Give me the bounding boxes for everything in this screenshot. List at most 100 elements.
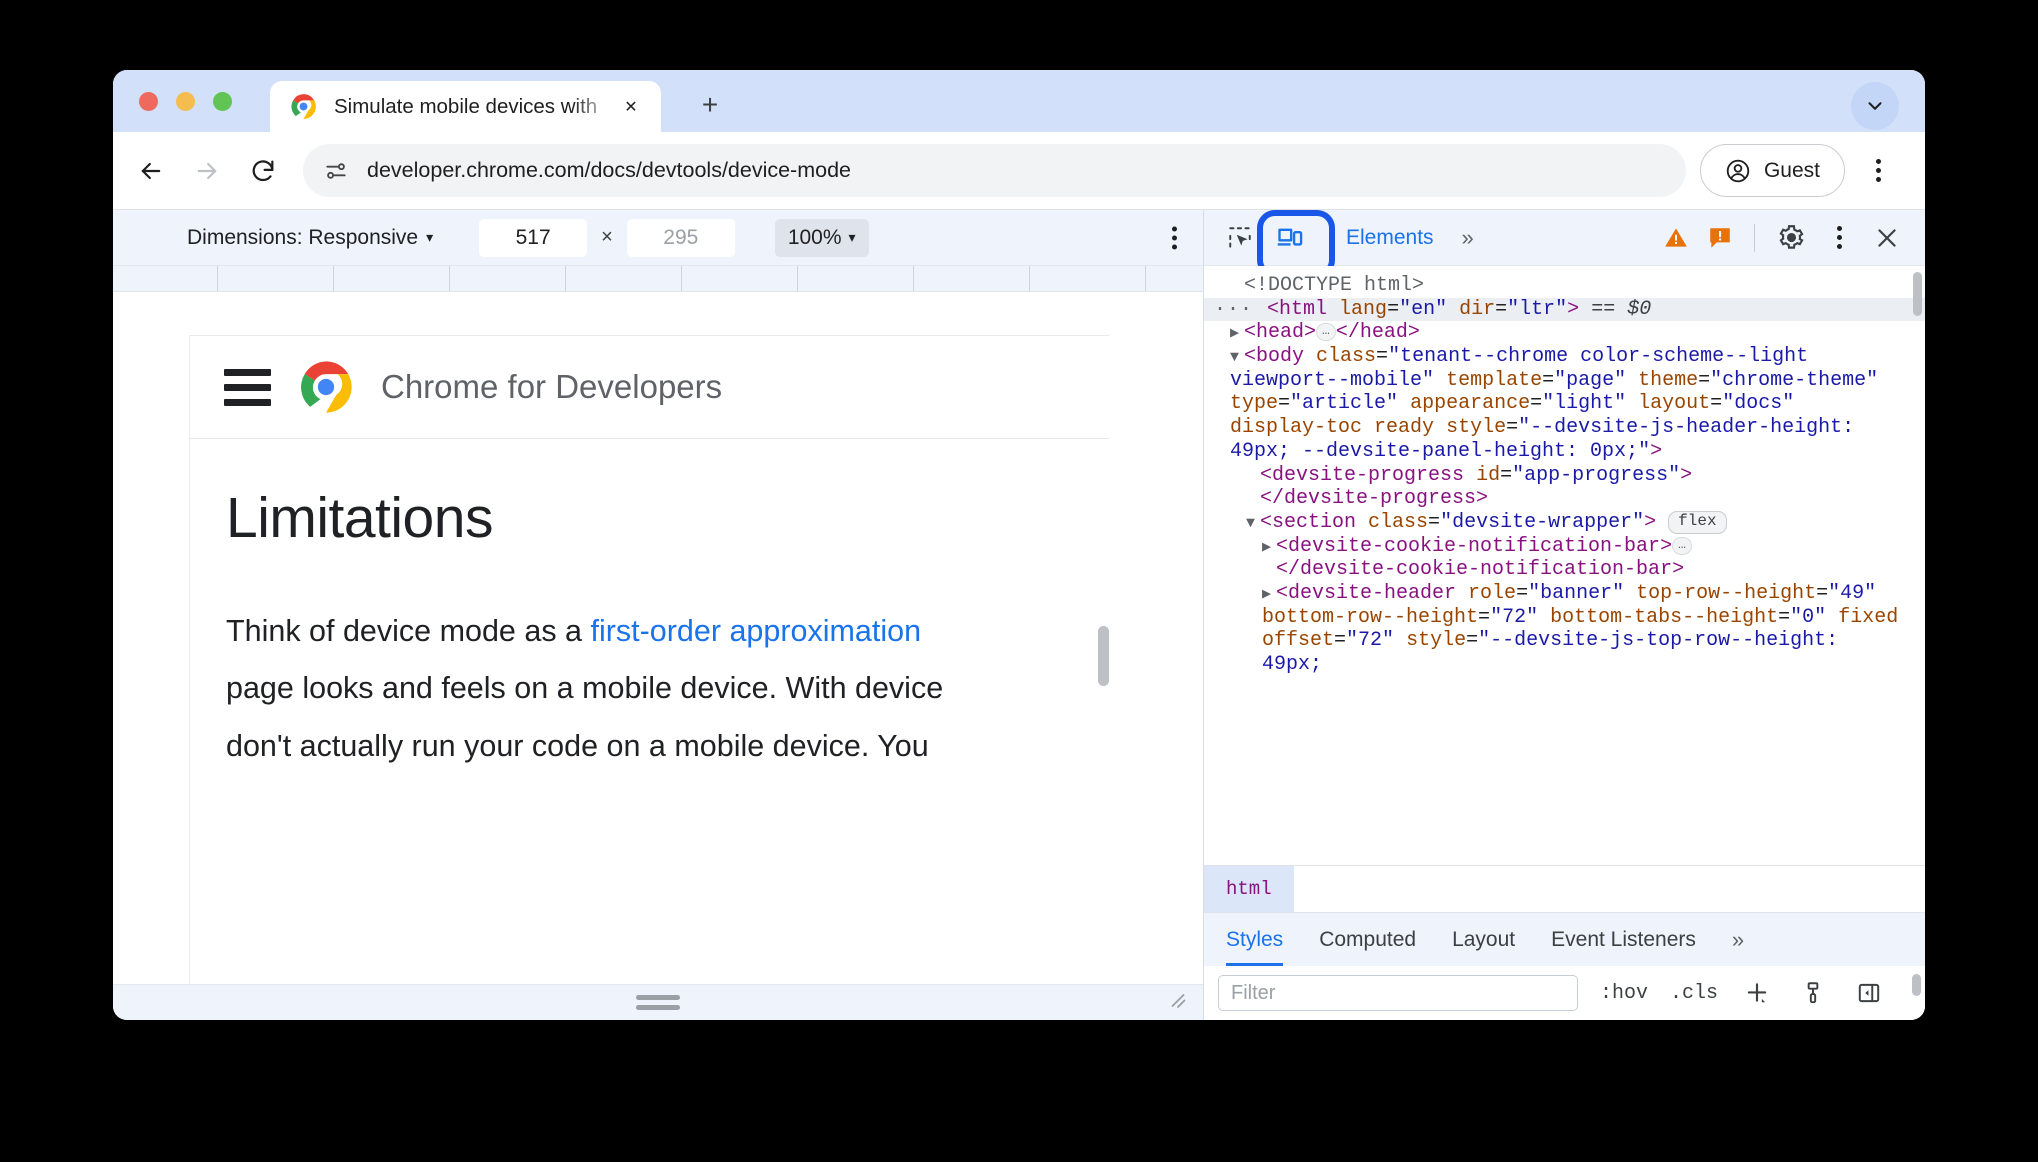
devtools-panel-tabs: Elements »	[1340, 210, 1474, 266]
kebab-icon	[1836, 226, 1842, 249]
dimensions-label: Dimensions: Responsive	[187, 225, 419, 249]
errors-icon[interactable]	[1700, 218, 1740, 258]
url-text: developer.chrome.com/docs/devtools/devic…	[367, 158, 852, 182]
maximize-window-button[interactable]	[213, 92, 232, 111]
computed-styles-sidebar-icon[interactable]	[1796, 976, 1830, 1010]
dom-node-line[interactable]: <devsite-progress id="app-progress">	[1204, 464, 1925, 488]
dom-node-line[interactable]: ▶ <devsite-header role="banner" top-row--…	[1204, 582, 1925, 677]
cls-toggle[interactable]: .cls	[1670, 982, 1718, 1005]
ruler-tick	[218, 266, 334, 291]
profile-guest-button[interactable]: Guest	[1699, 144, 1845, 197]
ruler-tick	[334, 266, 450, 291]
close-tab-icon[interactable]: ✕	[617, 93, 645, 121]
tab-title: Simulate mobile devices with	[334, 94, 598, 118]
dom-tree[interactable]: <!DOCTYPE html> ··· <html lang="en" dir="l…	[1204, 266, 1925, 865]
tab-event-listeners[interactable]: Event Listeners	[1551, 913, 1696, 967]
site-settings-icon[interactable]	[323, 158, 349, 184]
reload-button[interactable]	[235, 143, 291, 199]
dom-tree-scrollbar-thumb[interactable]	[1913, 272, 1922, 316]
page-site-header: Chrome for Developers	[190, 336, 1109, 439]
chrome-favicon-icon	[290, 93, 317, 120]
ruler-tick	[1030, 266, 1146, 291]
address-bar[interactable]: developer.chrome.com/docs/devtools/devic…	[303, 144, 1686, 197]
devtools-more-options-button[interactable]	[1817, 218, 1861, 258]
viewport-height-input[interactable]	[626, 218, 735, 257]
dom-node-line[interactable]: </devsite-cookie-notification-bar>	[1204, 558, 1925, 582]
styles-scrollbar-thumb[interactable]	[1912, 974, 1921, 996]
ruler-tick	[798, 266, 914, 291]
tab-strip: Simulate mobile devices with ✕ +	[113, 70, 1925, 132]
ruler-tick	[914, 266, 1030, 291]
device-mode-more-button[interactable]	[1172, 226, 1177, 249]
site-title: Chrome for Developers	[381, 368, 723, 405]
new-tab-button[interactable]: +	[693, 88, 727, 122]
tab-styles[interactable]: Styles	[1226, 913, 1284, 967]
devtools-settings-gear-icon[interactable]	[1769, 218, 1813, 258]
styles-filter-input[interactable]	[1218, 975, 1578, 1011]
page-heading: Limitations	[226, 486, 493, 550]
new-style-rule-icon[interactable]	[1740, 976, 1774, 1010]
chevron-down-icon: ▾	[426, 229, 434, 245]
hov-toggle[interactable]: :hov	[1600, 982, 1648, 1005]
ruler-tick	[566, 266, 682, 291]
breadcrumb-item-html[interactable]: html	[1204, 866, 1294, 912]
viewport-ruler	[113, 266, 1203, 292]
toggle-sidebar-icon[interactable]	[1852, 976, 1886, 1010]
account-icon	[1726, 159, 1750, 182]
ruler-tick	[113, 266, 218, 291]
chevron-down-icon: ▾	[848, 229, 856, 245]
devtools-toolbar-actions	[1656, 218, 1909, 258]
minimize-window-button[interactable]	[176, 92, 195, 111]
back-button[interactable]	[123, 143, 179, 199]
kebab-icon	[1172, 226, 1177, 249]
devtools-toolbar: Elements »	[1204, 209, 1925, 278]
page-article: Limitations Think of device mode as a fi…	[190, 439, 1109, 775]
viewport-corner-resize-handle[interactable]	[1167, 989, 1189, 1016]
dom-node-line[interactable]: </devsite-progress>	[1204, 487, 1925, 511]
first-order-approximation-link[interactable]: first-order approximation	[591, 614, 922, 648]
close-window-button[interactable]	[139, 92, 158, 111]
panel-tabs-overflow-icon[interactable]: »	[1462, 225, 1474, 251]
forward-button[interactable]	[179, 143, 235, 199]
viewport-width-input[interactable]	[479, 218, 588, 257]
kebab-icon	[1875, 159, 1881, 182]
tab-layout[interactable]: Layout	[1452, 913, 1515, 967]
styles-tabs-overflow-icon[interactable]: »	[1732, 927, 1744, 953]
hamburger-menu-icon[interactable]	[224, 368, 271, 406]
page-scrollbar-thumb[interactable]	[1098, 626, 1109, 686]
zoom-dropdown[interactable]: 100% ▾	[774, 218, 869, 257]
zoom-label: 100%	[787, 225, 842, 249]
browser-tab[interactable]: Simulate mobile devices with ✕	[270, 81, 661, 132]
paragraph-line-3: don't actually run your code on a mobile…	[226, 728, 929, 763]
device-mode-pane: Dimensions: Responsive ▾ × 100% ▾	[113, 210, 1203, 1020]
devtools-panel: Elements » <!DOCTYPE html> ··· <html lan…	[1203, 209, 1925, 1020]
content-split: Dimensions: Responsive ▾ × 100% ▾	[113, 209, 1925, 1020]
tab-search-chevron-icon[interactable]	[1851, 82, 1899, 130]
chrome-logo-icon	[298, 359, 354, 415]
ruler-tick	[450, 266, 566, 291]
tab-computed[interactable]: Computed	[1319, 913, 1416, 967]
tab-elements[interactable]: Elements	[1340, 210, 1440, 266]
styles-pane-toolbar: :hov .cls	[1204, 966, 1925, 1020]
inspect-element-icon[interactable]	[1218, 218, 1262, 258]
page-paragraph: Think of device mode as a first-order ap…	[226, 603, 1109, 775]
dom-node-line[interactable]: ··· <html lang="en" dir="ltr"> == $0	[1204, 297, 1925, 322]
paragraph-text-lead: Think of device mode as a	[226, 614, 591, 648]
device-resize-bar	[113, 984, 1203, 1020]
window-controls	[139, 92, 232, 111]
toggle-device-toolbar-icon[interactable]	[1257, 209, 1335, 278]
dom-node-line[interactable]: ▶ <devsite-cookie-notification-bar>…	[1204, 535, 1925, 559]
dom-node-line[interactable]: ▼ <section class="devsite-wrapper"> flex	[1204, 510, 1925, 535]
viewport-height-resize-handle[interactable]	[636, 995, 680, 1010]
device-mode-toolbar: Dimensions: Responsive ▾ × 100% ▾	[113, 210, 1203, 266]
dom-node-line[interactable]: ▶ <head>… </head>	[1204, 321, 1925, 345]
close-devtools-icon[interactable]	[1865, 218, 1909, 258]
browser-window: Simulate mobile devices with ✕ + develop…	[113, 70, 1925, 1020]
dom-breadcrumb: html	[1204, 865, 1925, 912]
dom-node-line[interactable]: ▼ <body class="tenant--chrome color-schem…	[1204, 345, 1925, 463]
toolbar-divider	[1754, 223, 1755, 252]
dom-node-line[interactable]: <!DOCTYPE html>	[1204, 274, 1925, 298]
warnings-icon[interactable]	[1656, 218, 1696, 258]
dimensions-dropdown[interactable]: Dimensions: Responsive ▾	[187, 226, 433, 250]
browser-menu-button[interactable]	[1853, 146, 1903, 196]
